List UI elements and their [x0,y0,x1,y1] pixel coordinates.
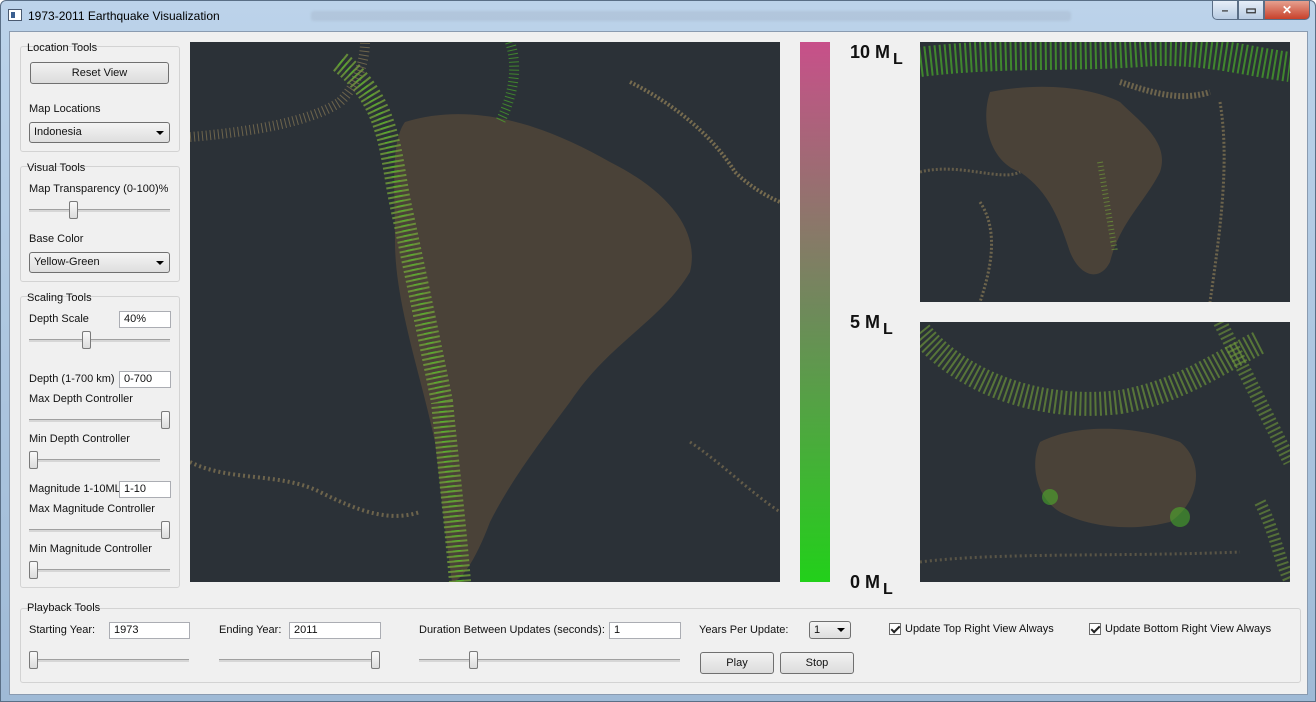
scaling-tools-title: Scaling Tools [27,292,92,304]
playback-tools-group [20,608,1301,683]
map-locations-label: Map Locations [29,103,101,115]
depth-scale-input[interactable]: 40% [119,311,171,328]
transparency-label: Map Transparency (0-100)% [29,183,169,195]
blurred-background-text [311,11,1071,21]
end-year-input[interactable]: 2011 [289,622,381,639]
base-color-label: Base Color [29,233,84,245]
update-bottom-right-checkbox[interactable]: Update Bottom Right View Always [1089,623,1271,635]
reset-view-button[interactable]: Reset View [30,62,169,84]
checkbox-checked-icon[interactable] [889,623,901,635]
bottom-right-map-view[interactable] [920,322,1290,582]
client-area: Location Tools Reset View Map Locations … [9,31,1308,695]
chevron-down-icon [156,261,164,265]
min-depth-slider-handle[interactable] [29,451,38,469]
max-magnitude-slider[interactable] [29,520,170,540]
app-window: 1973-2011 Earthquake Visualization – ▭ ✕… [0,0,1316,702]
min-depth-slider[interactable] [29,450,160,470]
duration-slider-handle[interactable] [469,651,478,669]
update-bottom-right-label: Update Bottom Right View Always [1105,623,1272,635]
title-bar[interactable]: 1973-2011 Earthquake Visualization – ▭ ✕ [1,1,1315,31]
close-button[interactable]: ✕ [1264,1,1310,20]
duration-label: Duration Between Updates (seconds): [419,624,605,636]
visual-tools-title: Visual Tools [27,162,86,174]
years-per-update-select[interactable]: 1 [809,621,851,639]
location-tools-title: Location Tools [27,42,98,54]
years-per-update-label: Years Per Update: [699,624,789,636]
map-locations-select[interactable]: Indonesia [29,122,170,143]
max-depth-slider-handle[interactable] [161,411,170,429]
map-locations-value: Indonesia [34,126,82,138]
end-year-label: Ending Year: [219,624,282,636]
depth-scale-slider[interactable] [29,330,170,350]
years-per-update-value: 1 [814,624,821,636]
magnitude-color-bar [800,42,830,582]
start-year-slider-handle[interactable] [29,651,38,669]
min-magnitude-slider-handle[interactable] [29,561,38,579]
legend-mid-label: 5 ML [850,312,893,338]
min-magnitude-label: Min Magnitude Controller [29,543,152,555]
start-year-slider[interactable] [29,650,189,670]
maximize-button[interactable]: ▭ [1238,1,1264,20]
playback-tools-title: Playback Tools [27,602,101,614]
app-icon [8,9,22,21]
base-color-value: Yellow-Green [34,256,100,268]
transparency-slider[interactable] [29,200,170,220]
chevron-down-icon [837,628,845,632]
base-color-select[interactable]: Yellow-Green [29,252,170,273]
africa-earthquake-map [920,42,1290,302]
legend-top-label: 10 ML [850,42,903,68]
update-top-right-label: Update Top Right View Always [905,623,1054,635]
magnitude-label: Magnitude 1-10ML [29,483,121,495]
end-year-slider-handle[interactable] [371,651,380,669]
australia-earthquake-map [920,322,1290,582]
magnitude-input[interactable]: 1-10 [119,481,171,498]
chevron-down-icon [156,131,164,135]
play-button[interactable]: Play [700,652,774,674]
main-map-view[interactable] [190,42,780,582]
update-top-right-checkbox[interactable]: Update Top Right View Always [889,623,1054,635]
depth-label: Depth (1-700 km) [29,373,115,385]
start-year-input[interactable]: 1973 [109,622,190,639]
max-depth-label: Max Depth Controller [29,393,133,405]
duration-input[interactable]: 1 [609,622,681,639]
depth-scale-slider-handle[interactable] [82,331,91,349]
max-magnitude-label: Max Magnitude Controller [29,503,155,515]
transparency-slider-handle[interactable] [69,201,78,219]
min-depth-label: Min Depth Controller [29,433,130,445]
max-depth-slider[interactable] [29,410,170,430]
depth-input[interactable]: 0-700 [119,371,171,388]
depth-scale-label: Depth Scale [29,313,89,325]
max-magnitude-slider-handle[interactable] [161,521,170,539]
min-magnitude-slider[interactable] [29,560,170,580]
window-title: 1973-2011 Earthquake Visualization [28,9,220,23]
stop-button[interactable]: Stop [780,652,854,674]
top-right-map-view[interactable] [920,42,1290,302]
end-year-slider[interactable] [219,650,380,670]
checkbox-checked-icon[interactable] [1089,623,1101,635]
south-america-earthquake-map [190,42,780,582]
legend-bottom-label: 0 ML [850,572,893,598]
start-year-label: Starting Year: [29,624,96,636]
minimize-button[interactable]: – [1212,1,1238,20]
duration-slider[interactable] [419,650,680,670]
